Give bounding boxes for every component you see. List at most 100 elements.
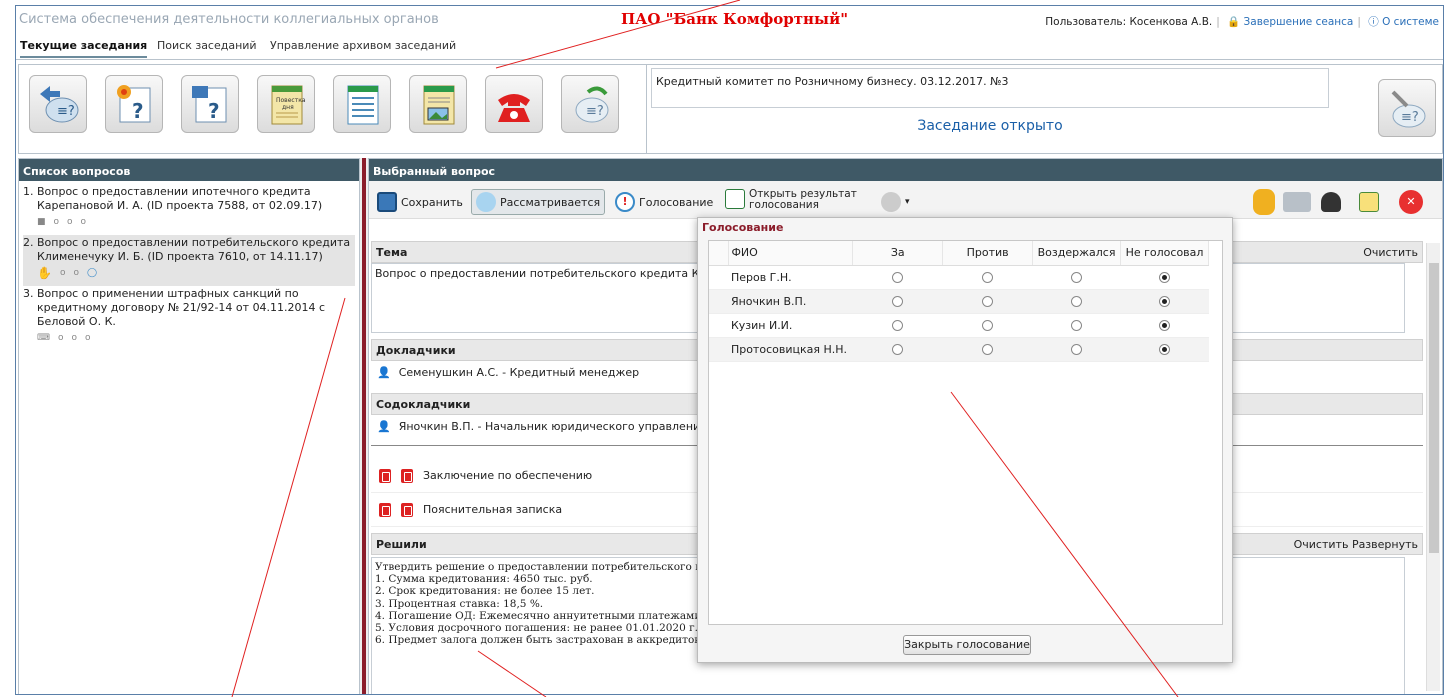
vote-radio[interactable] xyxy=(1159,272,1171,283)
tab-current-meetings[interactable]: Текущие заседания xyxy=(20,39,148,58)
open-result-button[interactable]: Открыть результат голосования xyxy=(725,189,857,215)
vertical-scrollbar[interactable] xyxy=(1426,243,1440,691)
pdf-icon xyxy=(379,502,391,517)
new-question-button[interactable]: ? xyxy=(105,75,163,133)
app-title: Система обеспечения деятельности коллеги… xyxy=(19,12,439,27)
clear-decision-link[interactable]: Очистить xyxy=(1294,538,1349,551)
vote-radio[interactable] xyxy=(1071,320,1083,331)
col-fio: ФИО xyxy=(728,241,854,266)
col-against: Против xyxy=(942,241,1034,266)
save-button[interactable]: Сохранить xyxy=(377,189,463,215)
question-item-selected[interactable]: 2. Вопрос о предоставлении потребительск… xyxy=(23,235,355,286)
prev-question-button[interactable]: ≡? xyxy=(29,75,87,133)
voting-button[interactable]: ! Голосование xyxy=(615,189,713,215)
keyboard-button[interactable] xyxy=(1283,189,1311,215)
lock-icon: 🔒 xyxy=(1227,16,1241,28)
vote-radio[interactable] xyxy=(982,296,994,307)
vote-radio[interactable] xyxy=(1071,344,1083,355)
col-not-voted: Не голосовал xyxy=(1120,241,1209,266)
meeting-toolbar: ≡? ? ? Повестка дня ≡? Кредитный комитет… xyxy=(18,64,1443,154)
selected-question-header: Выбранный вопрос xyxy=(369,159,1442,181)
export-button[interactable] xyxy=(1359,189,1379,215)
agenda-button[interactable]: Повестка дня xyxy=(257,75,315,133)
user-icon: 👤 xyxy=(377,420,391,433)
vote-radio[interactable] xyxy=(1159,320,1171,331)
panel-splitter[interactable] xyxy=(360,158,368,694)
raise-hand-button[interactable] xyxy=(1253,189,1275,215)
webcam-dropdown[interactable]: ▾ xyxy=(881,189,910,215)
meeting-name-field[interactable]: Кредитный комитет по Розничному бизнесу.… xyxy=(651,68,1329,108)
webcam-icon xyxy=(881,192,901,212)
voter-name: Протосовицкая Н.Н. xyxy=(728,337,853,362)
question-list-header: Список вопросов xyxy=(19,159,359,181)
clear-topic-link[interactable]: Очистить xyxy=(1363,246,1418,259)
bank-name: ПАО "Банк Комфортный" xyxy=(621,10,849,28)
tab-archive[interactable]: Управление архивом заседаний xyxy=(270,39,456,52)
top-bar: Система обеспечения деятельности коллеги… xyxy=(16,6,1443,34)
incognito-button[interactable] xyxy=(1321,189,1341,215)
vote-radio[interactable] xyxy=(1159,296,1171,307)
svg-text:?: ? xyxy=(132,99,144,123)
logout-link[interactable]: Завершение сеанса xyxy=(1244,16,1354,28)
tab-search-meetings[interactable]: Поиск заседаний xyxy=(157,39,257,52)
pdf-icon xyxy=(401,502,413,517)
vote-radio[interactable] xyxy=(1071,272,1083,283)
forward-question-icon: ≡? xyxy=(575,86,609,123)
considered-button[interactable]: Рассматривается xyxy=(471,189,606,215)
keyboard-icon xyxy=(1283,192,1311,212)
question-list: 1. Вопрос о предоставлении ипотечного кр… xyxy=(19,181,359,354)
result-table-icon xyxy=(725,189,745,209)
vote-radio[interactable] xyxy=(892,320,904,331)
keyboard-icon: ⌨ xyxy=(37,333,50,343)
about-link[interactable]: О системе xyxy=(1382,16,1439,28)
vote-radio[interactable] xyxy=(982,320,994,331)
save-icon xyxy=(377,192,397,212)
chat-icon: ◯ xyxy=(86,268,98,278)
voter-row: Протосовицкая Н.Н. xyxy=(709,337,1209,362)
vote-radio[interactable] xyxy=(892,272,904,283)
protocol-button[interactable] xyxy=(333,75,391,133)
presentation-icon xyxy=(423,85,455,125)
voting-dialog-title: Голосование xyxy=(702,221,784,234)
voter-name: Яночкин В.П. xyxy=(728,289,853,314)
svg-text:?: ? xyxy=(208,99,220,123)
voter-row: Перов Г.Н. xyxy=(709,265,1209,290)
pdf-icon xyxy=(379,468,391,483)
vote-radio[interactable] xyxy=(892,344,904,355)
agenda-icon: Повесткадня xyxy=(271,85,306,125)
close-voting-button[interactable]: Закрыть голосование xyxy=(903,635,1031,655)
col-for: За xyxy=(852,241,944,266)
scrollbar-thumb[interactable] xyxy=(1429,263,1439,553)
settings-question-button[interactable]: ≡? xyxy=(1378,79,1436,137)
back-question-icon: ≡? xyxy=(40,86,79,123)
expand-link[interactable]: Развернуть xyxy=(1352,538,1418,551)
end-call-button[interactable] xyxy=(485,75,543,133)
question-toolbar: Сохранить Рассматривается ! Голосование О… xyxy=(369,181,1442,219)
nav-tabs: Текущие заседания Поиск заседаний Управл… xyxy=(16,34,1443,60)
close-question-button[interactable]: ✕ xyxy=(1399,189,1423,215)
action-buttons: ≡? ? ? Повестка дня ≡? xyxy=(19,65,647,153)
vote-radio[interactable] xyxy=(1071,296,1083,307)
vote-radio[interactable] xyxy=(982,272,994,283)
question-list-panel: Список вопросов 1. Вопрос о предоставлен… xyxy=(18,158,360,694)
close-icon: ✕ xyxy=(1399,190,1423,214)
next-question-button[interactable]: ≡? xyxy=(561,75,619,133)
alert-bubble-icon: ! xyxy=(615,192,635,212)
question-item[interactable]: 3. Вопрос о применении штрафных санкций … xyxy=(23,286,355,351)
presentation-button[interactable] xyxy=(409,75,467,133)
edit-question-button[interactable]: ? xyxy=(181,75,239,133)
voting-table: ФИО За Против Воздержался Не голосовал П… xyxy=(709,241,1209,362)
new-question-icon: ? xyxy=(117,85,151,123)
svg-text:дня: дня xyxy=(282,104,294,111)
vote-radio[interactable] xyxy=(982,344,994,355)
meeting-status: Заседание открыто xyxy=(917,118,1063,134)
refresh-question-icon: ? xyxy=(192,86,227,123)
voter-name: Перов Г.Н. xyxy=(728,265,853,290)
voter-row: Кузин И.И. xyxy=(709,313,1209,338)
hand-icon: ✋ xyxy=(37,266,52,280)
vote-radio[interactable] xyxy=(892,296,904,307)
question-item[interactable]: 1. Вопрос о предоставлении ипотечного кр… xyxy=(23,184,355,235)
vote-radio[interactable] xyxy=(1159,344,1171,355)
export-icon xyxy=(1359,192,1379,212)
voting-table-container: ФИО За Против Воздержался Не голосовал П… xyxy=(708,240,1223,625)
